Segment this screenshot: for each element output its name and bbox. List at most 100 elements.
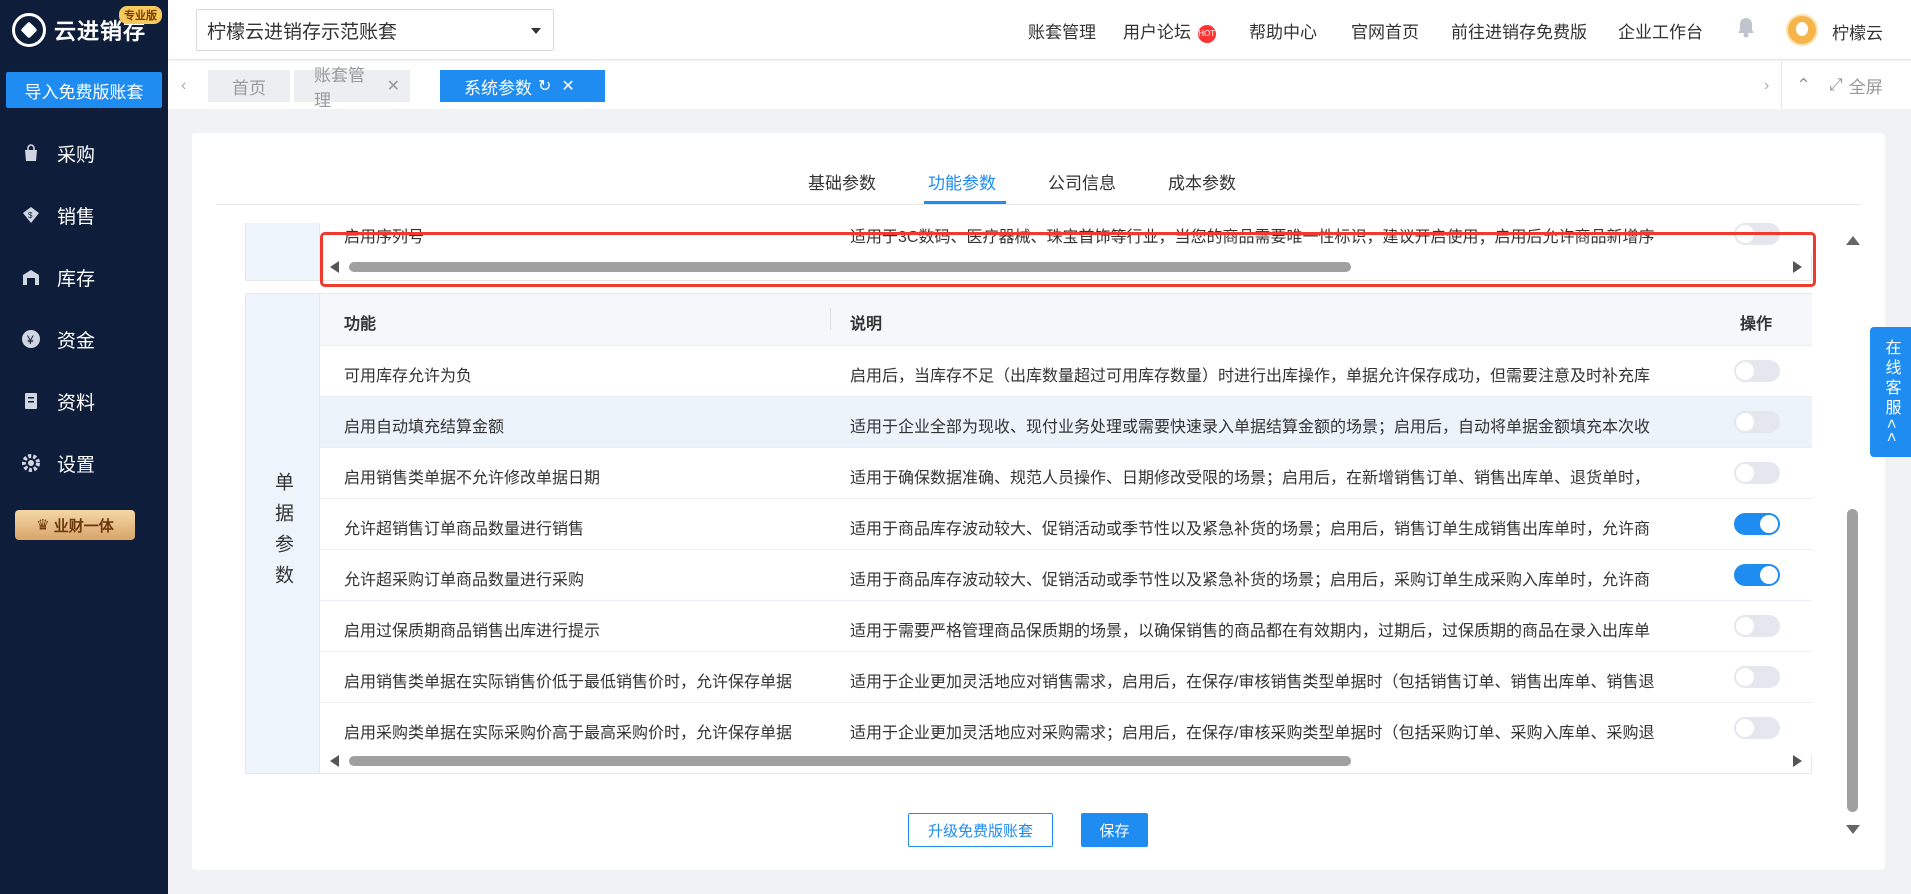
row-description: 适用于企业更加灵活地应对销售需求，启用后，在保存/审核销售类型单据时（包括销售订…	[850, 674, 1655, 691]
tab-home[interactable]: 首页	[208, 70, 290, 102]
row-function: 启用过保质期商品销售出库进行提示	[344, 623, 601, 640]
scroll-right-icon[interactable]	[1793, 755, 1802, 767]
row-function: 启用销售类单据在实际销售价低于最低销售价时，允许保存单据	[344, 674, 793, 691]
row-description: 适用于企业全部为现收、现付业务处理或需要快速录入单据结算金额的场景；启用后，自动…	[850, 419, 1651, 436]
chevron-left-icon[interactable]: ‹	[181, 77, 186, 95]
upgrade-free-account-button[interactable]: 升级免费版账套	[908, 813, 1053, 847]
subtabs: 基础参数 功能参数 公司信息 成本参数	[192, 133, 1885, 205]
sidebar-item-purchase[interactable]: 采购	[0, 122, 168, 184]
row-function: 启用采购类单据在实际采购价高于最高采购价时，允许保存单据	[344, 725, 793, 742]
row-description: 启用后，当库存不足（出库数量超过可用库存数量）时进行出库操作，单据允许保存成功，…	[850, 368, 1651, 385]
svg-text:$: $	[28, 211, 33, 220]
fullscreen-label[interactable]: 全屏	[1849, 73, 1883, 98]
section-label-cell: 单据参数	[246, 294, 320, 773]
vip-badge[interactable]: ♛ 业财一体	[15, 510, 135, 540]
nav-user-forum[interactable]: 用户论坛 HOT	[1123, 18, 1216, 43]
sidebar-item-label: 库存	[57, 268, 96, 290]
close-icon[interactable]: ✕	[387, 76, 400, 96]
document-icon	[20, 390, 42, 412]
save-button[interactable]: 保存	[1081, 813, 1148, 847]
account-select[interactable]: 柠檬云进销存示范账套	[196, 9, 554, 51]
scroll-left-icon[interactable]	[330, 261, 339, 273]
collapse-up-icon[interactable]: ⌃	[1796, 75, 1811, 96]
row-function: 允许超销售订单商品数量进行销售	[344, 521, 585, 538]
sidebar-item-sales[interactable]: $ 销售	[0, 184, 168, 246]
toggle-switch[interactable]	[1734, 564, 1780, 586]
toggle-switch[interactable]	[1734, 360, 1780, 382]
sidebar-item-label: 资金	[57, 330, 96, 352]
scroll-thumb[interactable]	[349, 262, 1351, 272]
sidebar-item-inventory[interactable]: 库存	[0, 246, 168, 308]
tab-account-management[interactable]: 账套管理 ✕	[294, 66, 410, 110]
sidebar-item-settings[interactable]: 设置	[0, 432, 168, 494]
toggle-switch[interactable]	[1734, 513, 1780, 535]
crown-icon: ♛	[36, 517, 50, 534]
scroll-left-icon[interactable]	[330, 755, 339, 767]
svg-text:¥: ¥	[26, 333, 34, 347]
sidebar-item-funds[interactable]: ¥ 资金	[0, 308, 168, 370]
logo[interactable]: 云进销存 专业版	[0, 0, 168, 60]
sidebar-menu: 采购 $ 销售 库存 ¥ 资金 资料 设置	[0, 122, 168, 494]
online-service-button[interactable]: 在线客服<<	[1870, 327, 1911, 457]
nav-enterprise-workbench[interactable]: 企业工作台	[1618, 18, 1703, 43]
table-row: 允许超销售订单商品数量进行销售 适用于商品库存波动较大、促销活动或季节性以及紧急…	[320, 499, 1812, 550]
toggle-switch[interactable]	[1734, 717, 1780, 739]
toggle-switch[interactable]	[1734, 615, 1780, 637]
row-description: 适用于确保数据准确、规范人员操作、日期修改受限的场景；启用后，在新增销售订单、销…	[850, 470, 1651, 487]
scroll-thumb[interactable]	[349, 756, 1351, 766]
column-divider	[830, 308, 831, 330]
sidebar-item-label: 设置	[57, 454, 96, 476]
row-function: 启用自动填充结算金额	[344, 419, 505, 436]
row-description: 适用于商品库存波动较大、促销活动或季节性以及紧急补货的场景；启用后，采购订单生成…	[850, 572, 1651, 589]
scroll-right-icon[interactable]	[1793, 261, 1802, 273]
vertical-scroll-thumb[interactable]	[1847, 509, 1858, 812]
sidebar: 云进销存 专业版 导入免费版账套 采购 $ 销售 库存 ¥ 资金 资料 设置 ♛…	[0, 0, 168, 894]
nav-user-forum-label: 用户论坛	[1123, 23, 1191, 42]
subtab-basic-params[interactable]: 基础参数	[808, 169, 876, 194]
horizontal-scrollbar[interactable]	[320, 259, 1812, 275]
nav-account-management[interactable]: 账套管理	[1028, 18, 1096, 43]
subtab-cost-params[interactable]: 成本参数	[1168, 169, 1236, 194]
edition-badge: 专业版	[119, 6, 162, 24]
row-description: 适用于需要严格管理商品保质期的场景，以确保销售的商品都在有效期内，过期后，过保质…	[850, 623, 1651, 640]
tab-tools: ⌃ ⤢ 全屏	[1781, 61, 1911, 109]
params-section-documents: 单据参数 功能 说明 操作 可用库存允许为负 启用后，当库存不足（出库数量超过可…	[245, 293, 1812, 774]
username[interactable]: 柠檬云	[1832, 19, 1883, 44]
row-description: 适用于3C数码、医疗器械、珠宝首饰等行业，当您的商品需要唯一性标识，建议开启使用…	[850, 229, 1655, 246]
row-function: 允许超采购订单商品数量进行采购	[344, 572, 585, 589]
divider	[216, 204, 1861, 205]
header-description: 说明	[850, 316, 883, 333]
hot-badge: HOT	[1197, 24, 1216, 43]
warehouse-icon	[20, 266, 42, 288]
user-avatar[interactable]	[1786, 14, 1818, 46]
horizontal-scrollbar[interactable]	[320, 753, 1812, 769]
vip-badge-label: 业财一体	[53, 517, 114, 535]
toggle-switch[interactable]	[1734, 666, 1780, 688]
subtab-function-params[interactable]: 功能参数	[928, 169, 996, 194]
sidebar-item-data[interactable]: 资料	[0, 370, 168, 432]
nav-free-edition[interactable]: 前往进销存免费版	[1451, 18, 1587, 43]
nav-help-center[interactable]: 帮助中心	[1249, 18, 1317, 43]
chevron-right-icon[interactable]: ›	[1764, 77, 1769, 95]
toggle-switch[interactable]	[1734, 223, 1780, 245]
nav-official-site[interactable]: 官网首页	[1351, 18, 1419, 43]
params-section-serial: 启用序列号 适用于3C数码、医疗器械、珠宝首饰等行业，当您的商品需要唯一性标识，…	[245, 223, 1812, 281]
toggle-switch[interactable]	[1734, 462, 1780, 484]
import-free-account-button[interactable]: 导入免费版账套	[6, 72, 162, 108]
caret-down-icon	[531, 28, 541, 34]
refresh-icon[interactable]: ↻	[538, 76, 551, 96]
toggle-switch[interactable]	[1734, 411, 1780, 433]
row-function: 启用序列号	[344, 229, 425, 246]
fullscreen-icon[interactable]: ⤢	[1829, 75, 1843, 95]
sidebar-item-label: 采购	[57, 144, 96, 166]
section-label: 单据参数	[272, 471, 293, 596]
table-row: 启用过保质期商品销售出库进行提示 适用于需要严格管理商品保质期的场景，以确保销售…	[320, 601, 1812, 652]
close-icon[interactable]: ✕	[561, 76, 574, 96]
scroll-up-icon[interactable]	[1846, 236, 1860, 245]
table-header: 功能 说明 操作	[320, 294, 1812, 346]
scroll-down-icon[interactable]	[1846, 825, 1860, 834]
subtab-company-info[interactable]: 公司信息	[1048, 169, 1116, 194]
tab-system-params[interactable]: 系统参数 ↻ ✕	[440, 70, 605, 102]
tab-label: 系统参数	[464, 78, 532, 98]
bell-icon[interactable]	[1736, 16, 1756, 38]
